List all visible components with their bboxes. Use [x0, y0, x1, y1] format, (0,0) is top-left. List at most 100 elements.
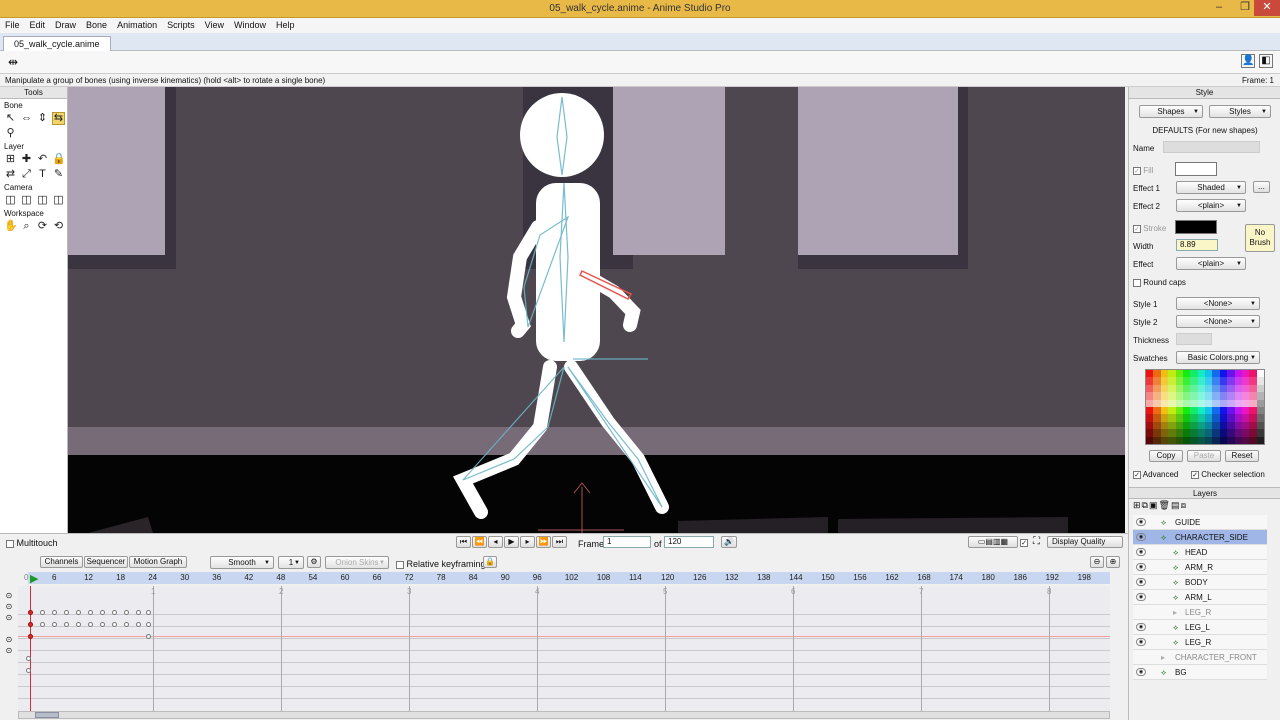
color-swatch[interactable] — [1182, 370, 1191, 378]
color-swatch[interactable] — [1249, 370, 1257, 378]
keyframe[interactable] — [28, 634, 33, 639]
fill-color-swatch[interactable] — [1175, 162, 1217, 176]
color-swatch[interactable] — [1256, 436, 1264, 444]
camera-pan-icon[interactable]: ◫ — [52, 194, 65, 207]
color-swatch[interactable] — [1168, 414, 1176, 422]
keyframe[interactable] — [40, 622, 45, 627]
color-swatch[interactable] — [1175, 407, 1183, 415]
color-swatch[interactable] — [1219, 384, 1228, 393]
color-swatch[interactable] — [1249, 377, 1257, 385]
color-swatch[interactable] — [1241, 399, 1250, 407]
layer-row[interactable]: ◉ ⟡ BG — [1133, 665, 1267, 680]
menu-draw[interactable]: Draw — [50, 18, 81, 32]
layer-row[interactable]: ◉ ⟡ HEAD — [1133, 545, 1267, 560]
keyframe-options-icon[interactable]: ⚙ — [307, 556, 321, 568]
layer-row[interactable]: ◉ ⟡ GUIDE — [1133, 515, 1267, 530]
panel-toggle-icon[interactable]: ◧ — [1259, 54, 1273, 68]
color-swatch[interactable] — [1160, 436, 1169, 444]
effect-dropdown[interactable]: <plain> — [1176, 257, 1246, 270]
color-swatch[interactable] — [1160, 407, 1169, 415]
color-swatch[interactable] — [1205, 399, 1213, 407]
color-swatch[interactable] — [1249, 392, 1257, 400]
color-swatch[interactable] — [1249, 436, 1257, 444]
round-caps-checkbox[interactable]: Round caps — [1133, 278, 1186, 287]
rewind-button[interactable]: ⏮ — [456, 536, 471, 548]
color-swatch[interactable] — [1241, 392, 1250, 400]
color-swatch[interactable] — [1197, 399, 1205, 407]
color-swatch[interactable] — [1168, 407, 1176, 415]
display-quality-dropdown[interactable]: Display Quality — [1047, 536, 1123, 548]
menu-animation[interactable]: Animation — [112, 18, 162, 32]
layer-row[interactable]: ◉ ⟡ CHARACTER_SIDE — [1133, 530, 1267, 545]
menu-edit[interactable]: Edit — [25, 18, 51, 32]
color-swatch[interactable] — [1234, 436, 1242, 444]
menu-scripts[interactable]: Scripts — [162, 18, 200, 32]
color-swatch[interactable] — [1249, 429, 1257, 437]
color-swatch[interactable] — [1168, 384, 1176, 393]
tab-channels[interactable]: Channels — [40, 556, 83, 568]
rotate-layer-icon[interactable]: ↶ — [36, 153, 49, 166]
color-swatch[interactable] — [1168, 436, 1176, 444]
color-swatch[interactable] — [1219, 392, 1228, 400]
color-swatch[interactable] — [1241, 407, 1250, 415]
visibility-eye-icon[interactable]: ◉ — [1136, 578, 1146, 586]
color-swatch[interactable] — [1205, 436, 1213, 444]
keyframe[interactable] — [76, 610, 81, 615]
color-swatch[interactable] — [1153, 414, 1161, 422]
playhead-icon[interactable]: ▶ — [30, 572, 38, 585]
color-swatch[interactable] — [1227, 436, 1235, 444]
color-swatch[interactable] — [1212, 414, 1220, 422]
color-swatch[interactable] — [1219, 377, 1228, 385]
menu-window[interactable]: Window — [229, 18, 271, 32]
color-swatch[interactable] — [1241, 377, 1250, 385]
color-swatch[interactable] — [1160, 392, 1169, 400]
color-swatch[interactable] — [1168, 399, 1176, 407]
color-swatch[interactable] — [1197, 384, 1205, 393]
duplicate-layer-icon[interactable]: ⧉ — [1142, 500, 1149, 510]
color-swatch[interactable] — [1197, 370, 1205, 378]
layer-folder-icon[interactable]: ▣ — [1149, 500, 1159, 510]
color-swatch[interactable] — [1219, 429, 1228, 437]
keyframe-grid[interactable]: 1 2 3 4 5 6 7 8 — [18, 586, 1110, 711]
color-swatch[interactable] — [1197, 392, 1205, 400]
playhead-line[interactable] — [30, 586, 31, 711]
color-swatch[interactable] — [1212, 407, 1220, 415]
color-swatch[interactable] — [1256, 392, 1264, 400]
layer-icon[interactable]: ⧈ — [1180, 500, 1187, 510]
color-swatch[interactable] — [1146, 392, 1154, 400]
color-swatch[interactable] — [1219, 399, 1228, 407]
keyframe[interactable] — [100, 622, 105, 627]
color-swatch[interactable] — [1153, 407, 1161, 415]
multitouch-checkbox[interactable]: Multitouch — [6, 538, 58, 548]
no-brush-button[interactable]: No Brush — [1245, 224, 1275, 252]
menu-help[interactable]: Help — [271, 18, 300, 32]
color-swatch[interactable] — [1153, 384, 1161, 393]
width-input[interactable]: 8.89 — [1176, 239, 1218, 251]
effect1-more-button[interactable]: ... — [1253, 181, 1270, 193]
interpolation-count-dropdown[interactable]: 1 — [278, 556, 304, 569]
user-icon[interactable]: 👤 — [1241, 54, 1255, 68]
color-swatch[interactable] — [1219, 421, 1228, 430]
scrollbar-thumb[interactable] — [35, 712, 59, 718]
name-input[interactable] — [1163, 141, 1260, 153]
color-swatch[interactable] — [1256, 414, 1264, 422]
color-swatch[interactable] — [1227, 429, 1235, 437]
color-swatch-grid[interactable] — [1145, 369, 1265, 445]
keyframe[interactable] — [146, 610, 151, 615]
color-swatch[interactable] — [1175, 399, 1183, 407]
color-swatch[interactable] — [1146, 384, 1154, 393]
color-swatch[interactable] — [1197, 407, 1205, 415]
color-swatch[interactable] — [1168, 429, 1176, 437]
color-swatch[interactable] — [1234, 399, 1242, 407]
color-swatch[interactable] — [1182, 392, 1191, 400]
color-swatch[interactable] — [1256, 407, 1264, 415]
new-layer-icon[interactable]: ⊞ — [1133, 500, 1142, 510]
scale-bone-icon[interactable]: ⇕ — [36, 112, 49, 125]
color-swatch[interactable] — [1190, 407, 1198, 415]
color-swatch[interactable] — [1234, 392, 1242, 400]
color-swatch[interactable] — [1205, 429, 1213, 437]
color-swatch[interactable] — [1205, 370, 1213, 378]
manipulate-bones-icon[interactable]: ⇆ — [52, 112, 65, 125]
color-swatch[interactable] — [1227, 407, 1235, 415]
copy-button[interactable]: Copy — [1149, 450, 1183, 462]
